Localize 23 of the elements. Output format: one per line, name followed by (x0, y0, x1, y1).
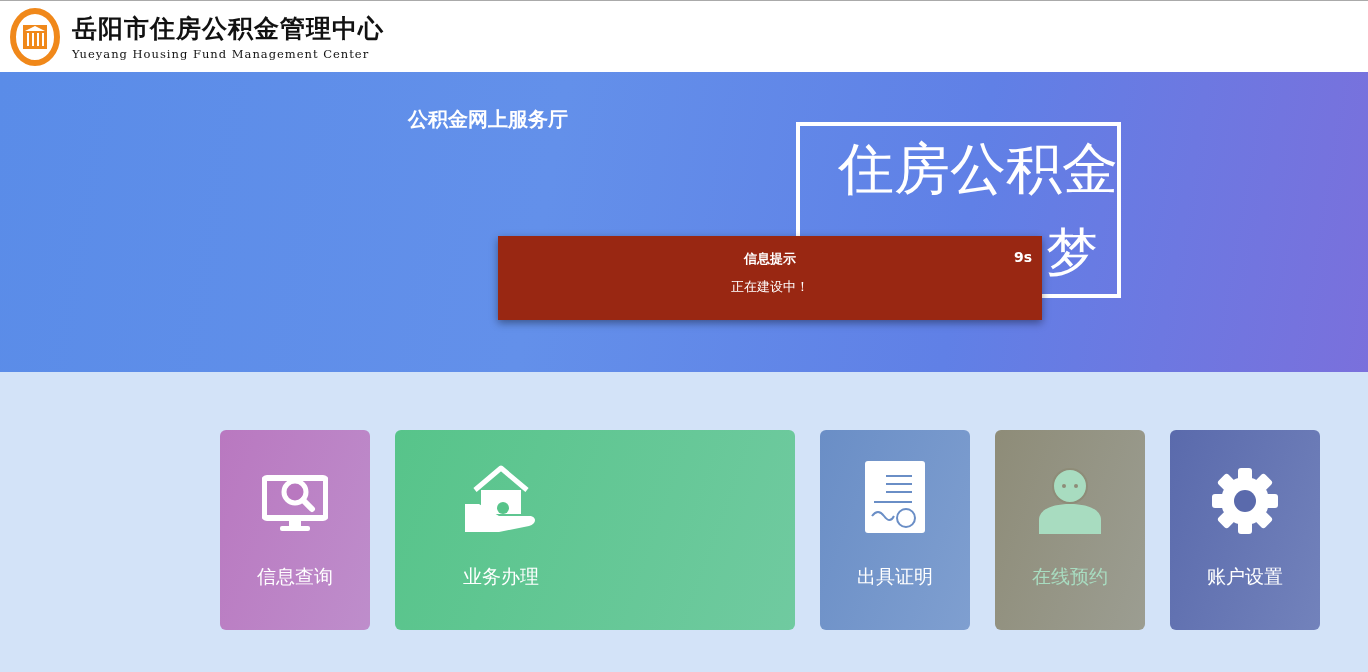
service-tile[interactable]: 出具证明 (820, 430, 970, 630)
tile-label: 业务办理 (463, 564, 539, 589)
tile-label: 在线预约 (1032, 564, 1108, 589)
hall-title: 公积金网上服务厅 (408, 106, 568, 133)
monitor-search-icon (262, 472, 328, 534)
slogan-text: 梦 (1046, 221, 1098, 284)
countdown: 9s (1013, 249, 1032, 265)
logo-icon (10, 6, 60, 67)
certificate-icon (864, 460, 926, 534)
site-subtitle: Yueyang Housing Fund Management Center (72, 47, 371, 61)
settings-icon (1212, 468, 1278, 534)
service-tile[interactable]: 在线预约 (995, 430, 1145, 630)
service-tile[interactable]: 信息查询 (220, 430, 370, 630)
service-tile[interactable]: 账户设置 (1170, 430, 1320, 630)
tile-label: 出具证明 (857, 564, 933, 589)
toast-title: 信息提示 (744, 250, 796, 268)
tile-label: 账户设置 (1207, 564, 1283, 589)
toast-message: 正在建设中！ (731, 278, 809, 296)
person-icon (1037, 466, 1103, 534)
tile-label: 信息查询 (257, 564, 333, 589)
slogan-text: 住房公积金 (838, 135, 1118, 203)
service-tile[interactable]: 业务办理 (395, 430, 795, 630)
site-title: 岳阳市住房公积金管理中心 (72, 13, 384, 45)
